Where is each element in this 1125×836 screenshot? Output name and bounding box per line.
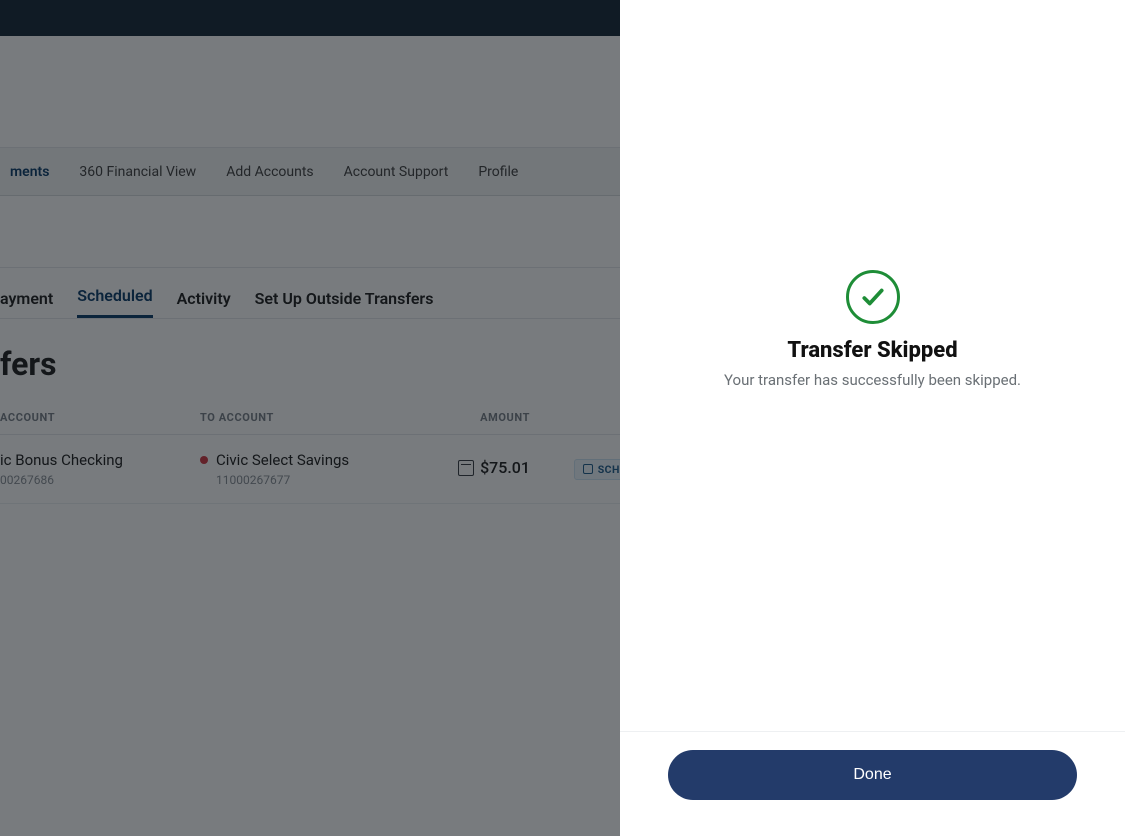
col-header-to: TO ACCOUNT	[200, 411, 430, 424]
tab-setup-transfers[interactable]: Set Up Outside Transfers	[255, 289, 434, 318]
panel-title: Transfer Skipped	[787, 338, 957, 363]
nav-item-360[interactable]: 360 Financial View	[79, 164, 196, 180]
col-header-amount: AMOUNT	[430, 411, 550, 424]
nav-item-add-accounts[interactable]: Add Accounts	[226, 164, 313, 180]
panel-footer: Done	[620, 731, 1125, 836]
panel-body: Transfer Skipped Your transfer has succe…	[620, 0, 1125, 731]
transfer-amount: $75.01	[458, 458, 530, 477]
panel-subtitle: Your transfer has successfully been skip…	[724, 371, 1021, 389]
success-check-icon	[846, 270, 900, 324]
from-account-name: ic Bonus Checking	[0, 451, 200, 469]
from-account-number: 00267686	[0, 473, 200, 487]
amount-value: $75.01	[480, 458, 530, 477]
confirmation-panel: Transfer Skipped Your transfer has succe…	[620, 0, 1125, 836]
to-account-name: Civic Select Savings	[200, 451, 430, 469]
account-dot-icon	[200, 456, 208, 464]
nav-item-payments[interactable]: ments	[10, 164, 49, 180]
nav-item-profile[interactable]: Profile	[478, 164, 518, 180]
to-account-number: 11000267677	[200, 473, 430, 487]
to-account-label: Civic Select Savings	[216, 451, 349, 469]
tab-payment[interactable]: ayment	[0, 289, 53, 318]
calendar-icon	[458, 460, 474, 476]
tab-scheduled[interactable]: Scheduled	[77, 286, 152, 318]
nav-item-support[interactable]: Account Support	[344, 164, 449, 180]
col-header-from: ACCOUNT	[0, 411, 200, 424]
tab-activity[interactable]: Activity	[177, 289, 231, 318]
status-icon	[583, 464, 593, 474]
done-button[interactable]: Done	[668, 750, 1077, 800]
